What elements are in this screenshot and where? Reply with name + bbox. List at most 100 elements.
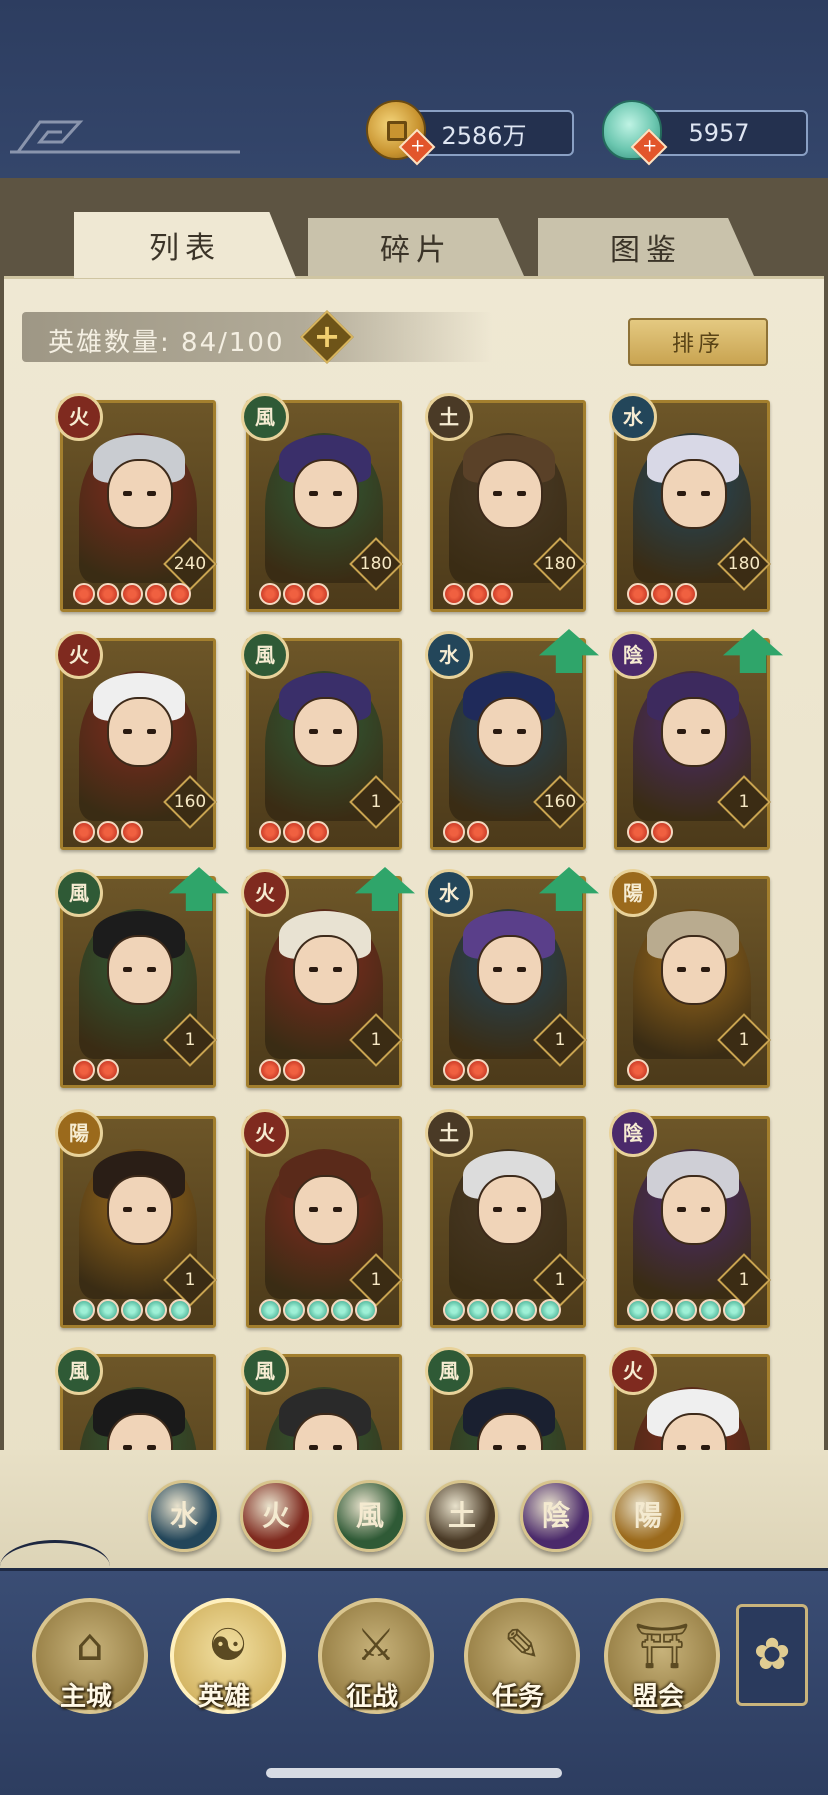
hero-card[interactable]: 水1 — [425, 867, 599, 1088]
hero-card[interactable]: 水 160 — [425, 629, 599, 850]
filter-fire-button[interactable]: 火 — [240, 1480, 312, 1552]
hero-card[interactable]: 陰1 — [609, 1109, 771, 1328]
hero-eye — [701, 1207, 710, 1212]
wind-element-icon: 風 — [241, 1347, 289, 1395]
star-icon — [443, 821, 465, 843]
earth-element-icon: 土 — [425, 393, 473, 441]
hero-card[interactable]: 風1 — [241, 631, 403, 850]
hero-level: 180 — [543, 554, 577, 574]
sort-button[interactable]: 排序 — [628, 318, 768, 366]
star-icon — [97, 583, 119, 605]
hero-card[interactable]: 風 — [425, 1347, 586, 1450]
hero-eye — [147, 491, 156, 496]
hero-card[interactable]: 土1 — [425, 1109, 587, 1328]
hero-level: 1 — [370, 1270, 382, 1290]
home-indicator[interactable] — [266, 1768, 562, 1778]
hero-card[interactable]: 火 — [609, 1347, 770, 1450]
upgrade-arrow-icon — [539, 629, 599, 673]
yang-element-icon: 陽 — [55, 1109, 103, 1157]
star-icon — [627, 583, 649, 605]
hero-eye — [493, 729, 502, 734]
hero-eye — [309, 1207, 318, 1212]
hero-eye — [123, 491, 132, 496]
upgrade-arrow-icon — [355, 867, 415, 911]
tab-label: 列表 — [149, 231, 221, 266]
filter-yang-button[interactable]: 陽 — [612, 1480, 684, 1552]
hero-level: 1 — [738, 792, 750, 812]
filter-water-button[interactable]: 水 — [148, 1480, 220, 1552]
hero-eye — [701, 491, 710, 496]
star-icon — [283, 1059, 305, 1081]
star-icon — [259, 821, 281, 843]
hero-level: 240 — [173, 554, 207, 574]
star-icon — [723, 1299, 745, 1321]
hero-card[interactable]: 陽1 — [55, 1109, 217, 1328]
nav-label: 任务 — [491, 1682, 544, 1712]
hero-eye — [123, 729, 132, 734]
star-icon — [145, 583, 167, 605]
hero-card[interactable]: 水 180 — [609, 393, 771, 612]
hero-card[interactable]: 風1 — [55, 867, 229, 1088]
hero-face — [293, 459, 359, 529]
star-icon — [491, 583, 513, 605]
hero-card[interactable]: 土 180 — [425, 393, 587, 612]
star-rating — [259, 1059, 305, 1085]
star-icon — [675, 1299, 697, 1321]
guild-gate-icon: ⛩ — [634, 1621, 690, 1672]
hero-face — [661, 1175, 727, 1245]
water-element-icon: 水 — [425, 869, 473, 917]
hero-eye — [147, 729, 156, 734]
hero-face — [107, 697, 173, 767]
more-menu-button[interactable]: ✿ — [736, 1604, 808, 1706]
hero-level: 1 — [554, 1270, 566, 1290]
hero-card[interactable]: 火 160 — [55, 631, 217, 850]
star-icon — [651, 1299, 673, 1321]
tab-fragments[interactable]: 碎片 — [308, 218, 524, 276]
star-rating — [73, 1299, 191, 1325]
hero-card[interactable]: 風 — [55, 1347, 216, 1450]
wind-element-icon: 風 — [241, 631, 289, 679]
hero-face — [477, 1175, 543, 1245]
wind-element-icon: 風 — [241, 393, 289, 441]
wind-element-icon: 風 — [55, 869, 103, 917]
hero-card[interactable]: 風 — [241, 1347, 402, 1450]
tab-list[interactable]: 列表 — [74, 212, 296, 278]
hero-card[interactable]: 風 180 — [241, 393, 403, 612]
hero-card[interactable]: 陰1 — [609, 629, 783, 850]
hero-card[interactable]: 火1 — [241, 1109, 403, 1328]
hero-eye — [677, 1207, 686, 1212]
hero-level: 160 — [543, 792, 577, 812]
fire-element-icon: 火 — [241, 869, 289, 917]
battle-icon: ⚔ — [356, 1620, 396, 1671]
hero-level: 1 — [738, 1270, 750, 1290]
hero-face — [661, 459, 727, 529]
hero-card[interactable]: 火1 — [241, 867, 415, 1088]
water-element-icon: 水 — [425, 631, 473, 679]
star-icon — [627, 1059, 649, 1081]
star-icon — [355, 1299, 377, 1321]
fire-element-icon: 火 — [55, 631, 103, 679]
star-rating — [627, 1059, 649, 1085]
star-icon — [73, 1059, 95, 1081]
cloud-pattern-icon — [10, 120, 240, 154]
tab-codex[interactable]: 图鉴 — [538, 218, 754, 276]
star-icon — [467, 583, 489, 605]
filter-wind-button[interactable]: 風 — [334, 1480, 406, 1552]
upgrade-arrow-icon — [169, 867, 229, 911]
filter-earth-button[interactable]: 土 — [426, 1480, 498, 1552]
hero-card[interactable]: 火 240 — [55, 393, 217, 612]
hero-eye — [147, 967, 156, 972]
hero-eye — [333, 491, 342, 496]
hero-face — [661, 935, 727, 1005]
fire-element-icon: 火 — [241, 1109, 289, 1157]
upgrade-arrow-icon — [539, 867, 599, 911]
hero-eye — [677, 729, 686, 734]
hero-level: 1 — [554, 1030, 566, 1050]
star-rating — [443, 583, 513, 609]
hero-face — [477, 459, 543, 529]
hero-card[interactable]: 陽1 — [609, 869, 771, 1088]
filter-yin-button[interactable]: 陰 — [520, 1480, 592, 1552]
star-icon — [259, 583, 281, 605]
hero-face — [477, 935, 543, 1005]
hero-face — [661, 697, 727, 767]
